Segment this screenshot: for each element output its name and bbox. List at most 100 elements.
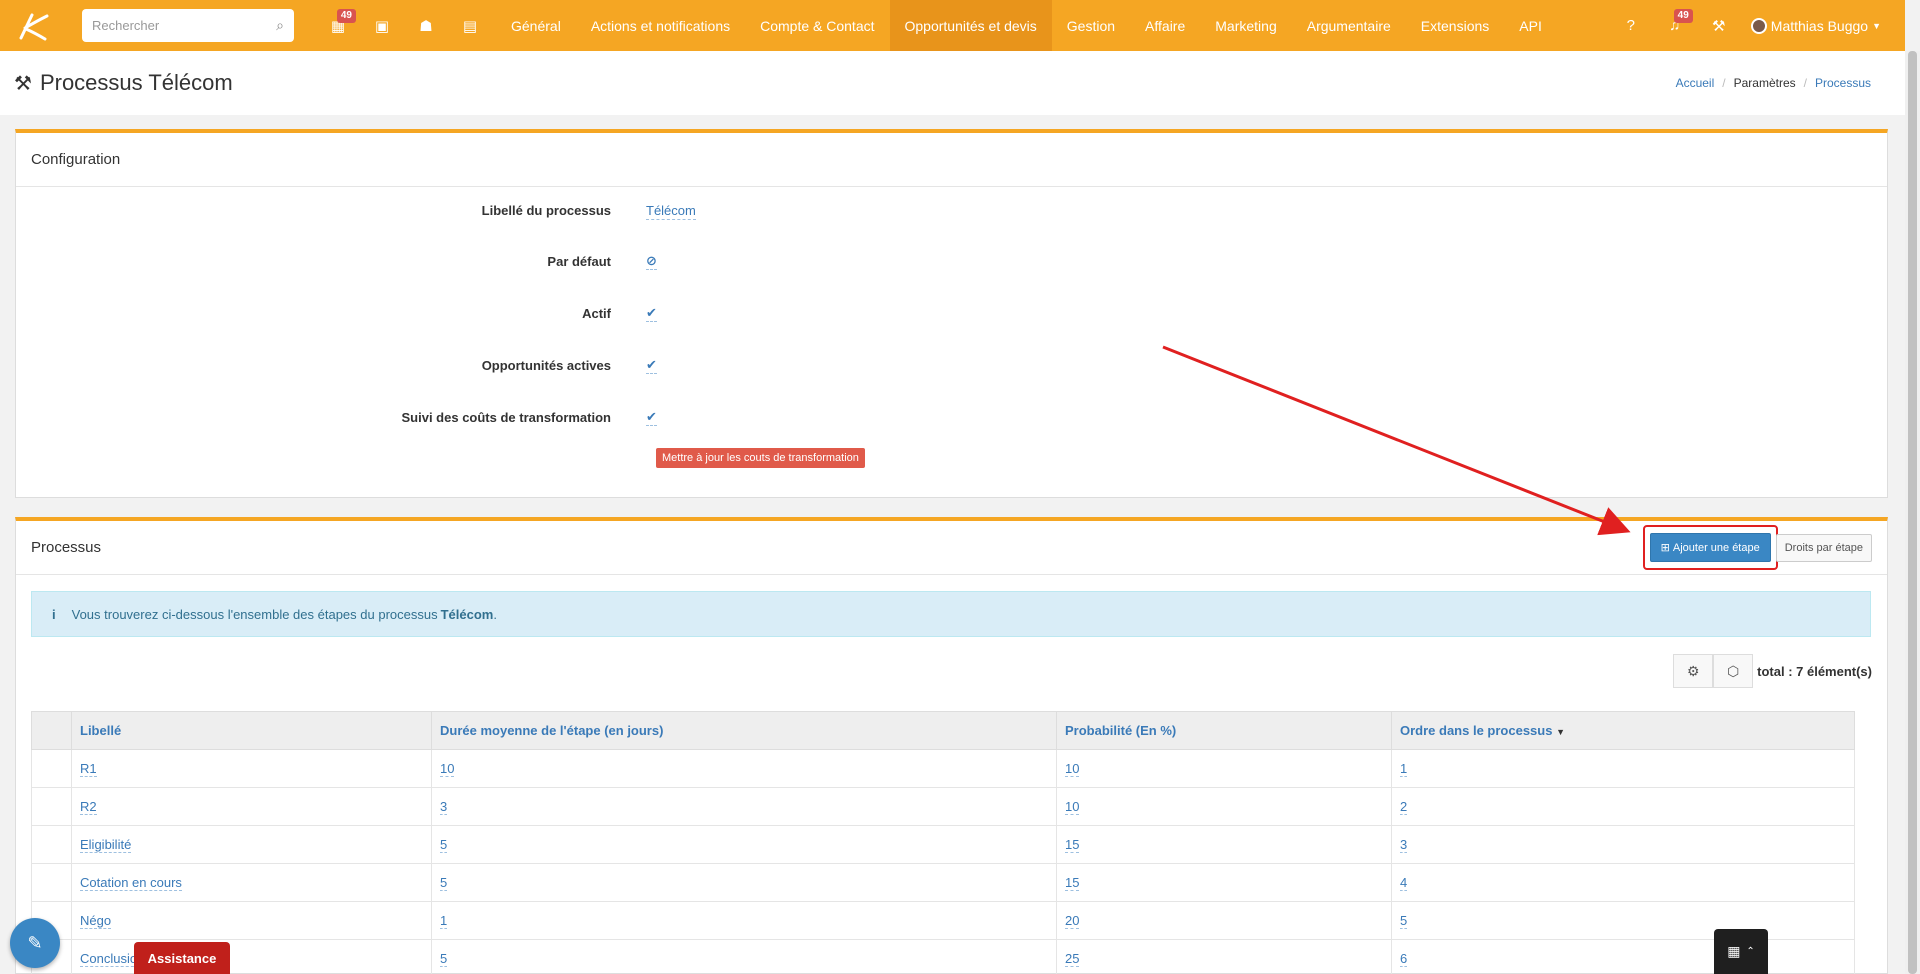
step-order[interactable]: 5 xyxy=(1400,913,1408,929)
top-navbar: ⌕ ▦49 ▣ ☗ ▤ Général Actions et notificat… xyxy=(0,0,1905,51)
step-order[interactable]: 6 xyxy=(1400,951,1408,967)
table-row: R2 3 10 2 xyxy=(31,787,1855,826)
add-step-label: Ajouter une étape xyxy=(1672,541,1760,554)
alert-process-name: Télécom xyxy=(440,606,494,622)
assistance-button[interactable]: Assistance xyxy=(134,942,230,974)
help-icon[interactable]: ? xyxy=(1609,0,1653,51)
step-order[interactable]: 4 xyxy=(1400,875,1408,891)
breadcrumb-processes[interactable]: Processus xyxy=(1815,76,1871,90)
calendar-widget[interactable]: ▦ ⌃ xyxy=(1714,929,1768,974)
menu-general[interactable]: Général xyxy=(496,0,576,51)
step-label[interactable]: Cotation en cours xyxy=(80,875,182,891)
table-row: R1 10 10 1 xyxy=(31,749,1855,788)
process-heading: Processus ⊞ Ajouter une étape Droits par… xyxy=(16,521,1887,575)
step-duration[interactable]: 10 xyxy=(440,761,455,777)
steps-table: Libellé Durée moyenne de l'étape (en jou… xyxy=(31,711,1855,974)
step-label[interactable]: Eligibilité xyxy=(80,837,132,853)
calendar-badge: 49 xyxy=(336,9,356,23)
page-header: ⚒ Processus Télécom Accueil / Paramètres… xyxy=(0,51,1905,115)
notifications-badge: 49 xyxy=(1673,9,1693,23)
add-step-button[interactable]: ⊞ Ajouter une étape xyxy=(1649,533,1771,562)
edit-fab-button[interactable]: ✎ xyxy=(10,918,60,968)
step-probability[interactable]: 10 xyxy=(1065,761,1080,777)
breadcrumb-settings: Paramètres xyxy=(1733,76,1796,90)
menu-management[interactable]: Gestion xyxy=(1052,0,1130,51)
table-header-row: Libellé Durée moyenne de l'étape (en jou… xyxy=(31,711,1855,750)
process-actions: ⊞ Ajouter une étape Droits par étape xyxy=(1642,525,1872,570)
search-input[interactable] xyxy=(92,18,277,33)
column-label[interactable]: Libellé xyxy=(71,711,432,750)
highlight-outline: ⊞ Ajouter une étape xyxy=(1642,525,1778,570)
check-icon[interactable]: ✔ xyxy=(646,357,657,374)
step-label[interactable]: R2 xyxy=(80,799,97,815)
avatar xyxy=(1750,17,1767,34)
column-probability[interactable]: Probabilité (En %) xyxy=(1056,711,1392,750)
step-order[interactable]: 3 xyxy=(1400,837,1408,853)
configuration-panel: Configuration Libellé du processus Téléc… xyxy=(15,129,1888,498)
search-icon[interactable]: ⌕ xyxy=(276,17,284,34)
menu-actions[interactable]: Actions et notifications xyxy=(576,0,745,51)
config-row-label: Libellé du processus Télécom xyxy=(16,203,1887,220)
chevron-down-icon: ▼ xyxy=(1872,20,1881,31)
info-icon: i xyxy=(52,606,56,622)
breadcrumb-home[interactable]: Accueil xyxy=(1676,76,1715,90)
user-name: Matthias Buggo xyxy=(1770,17,1869,34)
step-duration[interactable]: 5 xyxy=(440,951,448,967)
step-probability[interactable]: 10 xyxy=(1065,799,1080,815)
step-probability[interactable]: 25 xyxy=(1065,951,1080,967)
rights-per-step-button[interactable]: Droits par étape xyxy=(1775,533,1872,562)
step-duration[interactable]: 5 xyxy=(440,875,448,891)
select-column xyxy=(31,711,72,750)
config-label: Libellé du processus xyxy=(481,203,611,218)
scrollbar-thumb[interactable] xyxy=(1908,51,1917,974)
step-duration[interactable]: 1 xyxy=(440,913,448,929)
step-label[interactable]: R1 xyxy=(80,761,97,777)
step-order[interactable]: 2 xyxy=(1400,799,1408,815)
step-duration[interactable]: 3 xyxy=(440,799,448,815)
document-icon[interactable]: ▤ xyxy=(448,0,492,51)
info-alert: i Vous trouverez ci-dessous l'ensemble d… xyxy=(31,591,1871,637)
step-probability[interactable]: 20 xyxy=(1065,913,1080,929)
page-title-text: Processus Télécom xyxy=(39,70,233,95)
menu-account[interactable]: Compte & Contact xyxy=(745,0,889,51)
config-row-active: Actif ✔ xyxy=(16,305,1887,322)
settings-icon[interactable]: ⚙ xyxy=(1673,654,1714,688)
step-label[interactable]: Négo xyxy=(80,913,112,929)
update-transformation-costs-button[interactable]: Mettre à jour les couts de transformatio… xyxy=(656,448,865,468)
menu-api[interactable]: API xyxy=(1504,0,1557,51)
menu-extensions[interactable]: Extensions xyxy=(1406,0,1504,51)
alert-prefix: Vous trouverez ci-dessous l'ensemble des… xyxy=(71,606,438,622)
table-row: Négo 1 20 5 xyxy=(31,901,1855,940)
menu-marketing[interactable]: Marketing xyxy=(1200,0,1291,51)
calendar-icon[interactable]: ▦ 49 xyxy=(316,0,360,51)
step-probability[interactable]: 15 xyxy=(1065,837,1080,853)
app-logo[interactable] xyxy=(0,0,68,51)
step-probability[interactable]: 15 xyxy=(1065,875,1080,891)
table-tools: ⚙ ⬡ total : 7 élément(s) xyxy=(1673,654,1872,688)
search-box[interactable]: ⌕ xyxy=(82,9,294,42)
cube-icon[interactable]: ⬡ xyxy=(1713,654,1754,688)
process-heading-title: Processus xyxy=(31,539,102,556)
bell-icon[interactable]: ♫ 49 xyxy=(1653,0,1697,51)
menu-opportunities[interactable]: Opportunités et devis xyxy=(889,0,1052,51)
breadcrumb-separator: / xyxy=(1803,76,1807,90)
money-icon[interactable]: ▣ xyxy=(360,0,404,51)
check-icon[interactable]: ✔ xyxy=(646,305,657,322)
ban-icon[interactable]: ⊘ xyxy=(646,253,657,270)
main-menu: Général Actions et notifications Compte … xyxy=(496,0,1557,51)
process-name-value[interactable]: Télécom xyxy=(646,203,696,220)
wrench-icon[interactable]: ⚒ xyxy=(1697,0,1741,51)
step-order[interactable]: 1 xyxy=(1400,761,1408,777)
process-panel: Processus ⊞ Ajouter une étape Droits par… xyxy=(15,517,1888,974)
check-icon[interactable]: ✔ xyxy=(646,409,657,426)
table-row: Conclusion 5 25 6 xyxy=(31,939,1855,974)
users-icon[interactable]: ☗ xyxy=(404,0,448,51)
menu-sales-pitch[interactable]: Argumentaire xyxy=(1292,0,1406,51)
user-menu[interactable]: Matthias Buggo ▼ xyxy=(1741,17,1905,34)
column-order[interactable]: Ordre dans le processus ▼ xyxy=(1391,711,1855,750)
step-duration[interactable]: 5 xyxy=(440,837,448,853)
menu-deals[interactable]: Affaire xyxy=(1130,0,1200,51)
column-duration[interactable]: Durée moyenne de l'étape (en jours) xyxy=(431,711,1057,750)
page-scrollbar[interactable] xyxy=(1905,51,1920,974)
table-row: Eligibilité 5 15 3 xyxy=(31,825,1855,864)
